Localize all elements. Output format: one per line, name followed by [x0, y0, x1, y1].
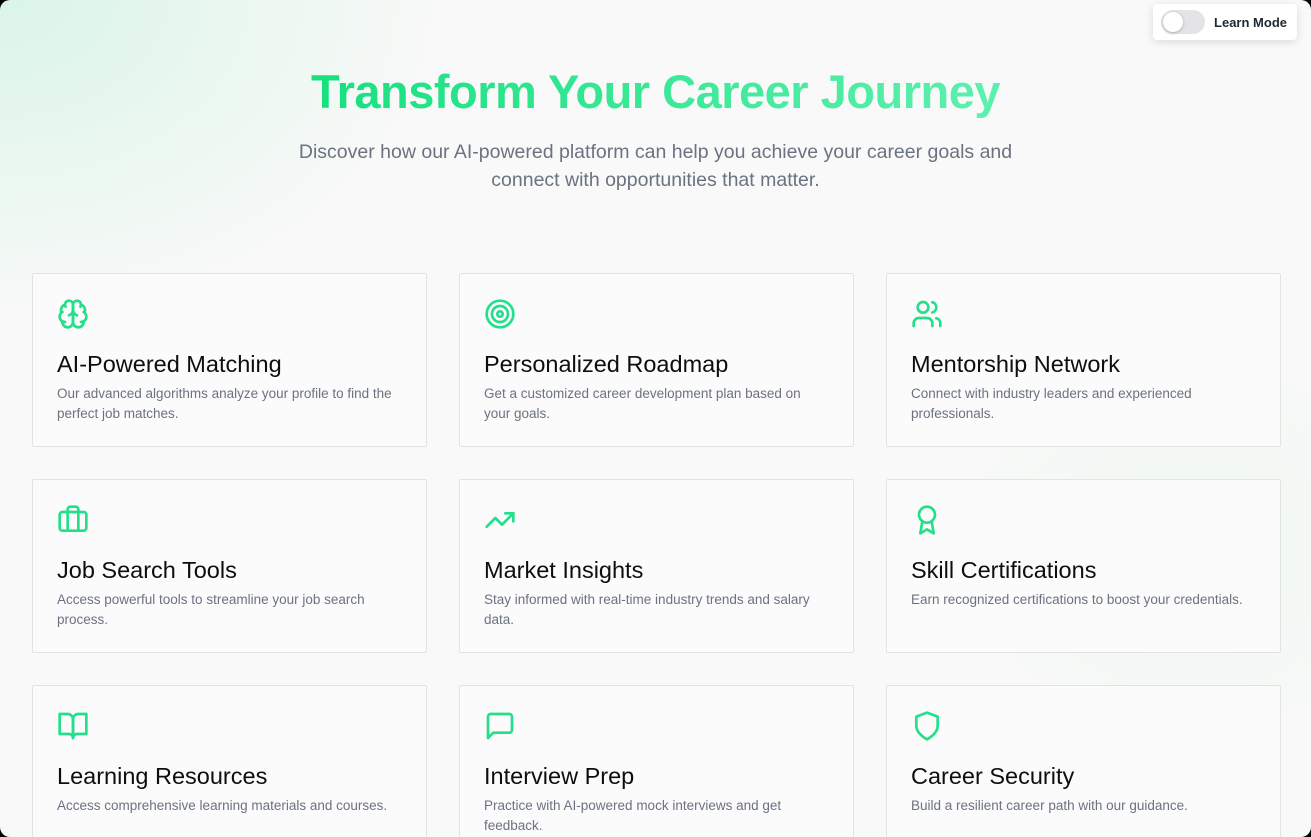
feature-title: Personalized Roadmap: [484, 351, 729, 377]
landing-page: Learn Mode Transform Your Career Journey…: [0, 0, 1311, 837]
feature-card-job-search[interactable]: Job Search Tools Access powerful tools t…: [32, 479, 427, 653]
message-square-icon: [484, 710, 516, 742]
learn-mode-toggle[interactable]: Learn Mode: [1153, 4, 1297, 40]
hero-title-text: Transform Your Career Journey: [310, 65, 1001, 118]
users-icon: [911, 298, 943, 330]
feature-title: Mentorship Network: [911, 351, 1120, 377]
feature-card-mentorship[interactable]: Mentorship Network Connect with industry…: [886, 273, 1281, 447]
feature-description: Our advanced algorithms analyze your pro…: [57, 386, 392, 421]
feature-description: Stay informed with real-time industry tr…: [484, 592, 810, 627]
feature-title: Market Insights: [484, 557, 644, 583]
feature-description: Access comprehensive learning materials …: [57, 798, 388, 813]
feature-title: Learning Resources: [57, 763, 268, 789]
award-icon: [911, 504, 943, 536]
feature-card-ai-matching[interactable]: AI-Powered Matching Our advanced algorit…: [32, 273, 427, 447]
briefcase-icon: [57, 504, 89, 536]
target-icon: [484, 298, 516, 330]
feature-description: Get a customized career development plan…: [484, 386, 801, 421]
trending-up-icon: [484, 504, 516, 536]
feature-description: Earn recognized certifications to boost …: [911, 592, 1243, 607]
feature-card-market-insights[interactable]: Market Insights Stay informed with real-…: [459, 479, 854, 653]
feature-description: Practice with AI-powered mock interviews…: [484, 798, 782, 833]
brain-icon: [57, 298, 89, 330]
feature-card-career-security[interactable]: Career Security Build a resilient career…: [886, 685, 1281, 837]
shield-icon: [911, 710, 943, 742]
feature-title: AI-Powered Matching: [57, 351, 282, 377]
feature-description: Access powerful tools to streamline your…: [57, 592, 365, 627]
hero-subtitle: Discover how our AI-powered platform can…: [0, 138, 1311, 194]
feature-title: Skill Certifications: [911, 557, 1097, 583]
feature-card-roadmap[interactable]: Personalized Roadmap Get a customized ca…: [459, 273, 854, 447]
learn-mode-switch[interactable]: [1161, 10, 1206, 34]
feature-title: Career Security: [911, 763, 1075, 789]
feature-description: Build a resilient career path with our g…: [911, 798, 1188, 813]
feature-description: Connect with industry leaders and experi…: [911, 386, 1192, 421]
feature-grid: AI-Powered Matching Our advanced algorit…: [32, 273, 1281, 837]
switch-knob: [1163, 12, 1184, 32]
hero-subtitle-text: Discover how our AI-powered platform can…: [298, 141, 1013, 191]
hero-title: Transform Your Career Journey: [0, 62, 1311, 122]
feature-card-interview-prep[interactable]: Interview Prep Practice with AI-powered …: [459, 685, 854, 837]
book-open-icon: [57, 710, 89, 742]
feature-title: Job Search Tools: [57, 557, 237, 583]
feature-card-learning[interactable]: Learning Resources Access comprehensive …: [32, 685, 427, 837]
feature-title: Interview Prep: [484, 763, 635, 789]
learn-mode-label: Learn Mode: [1214, 14, 1287, 30]
feature-card-certifications[interactable]: Skill Certifications Earn recognized cer…: [886, 479, 1281, 653]
